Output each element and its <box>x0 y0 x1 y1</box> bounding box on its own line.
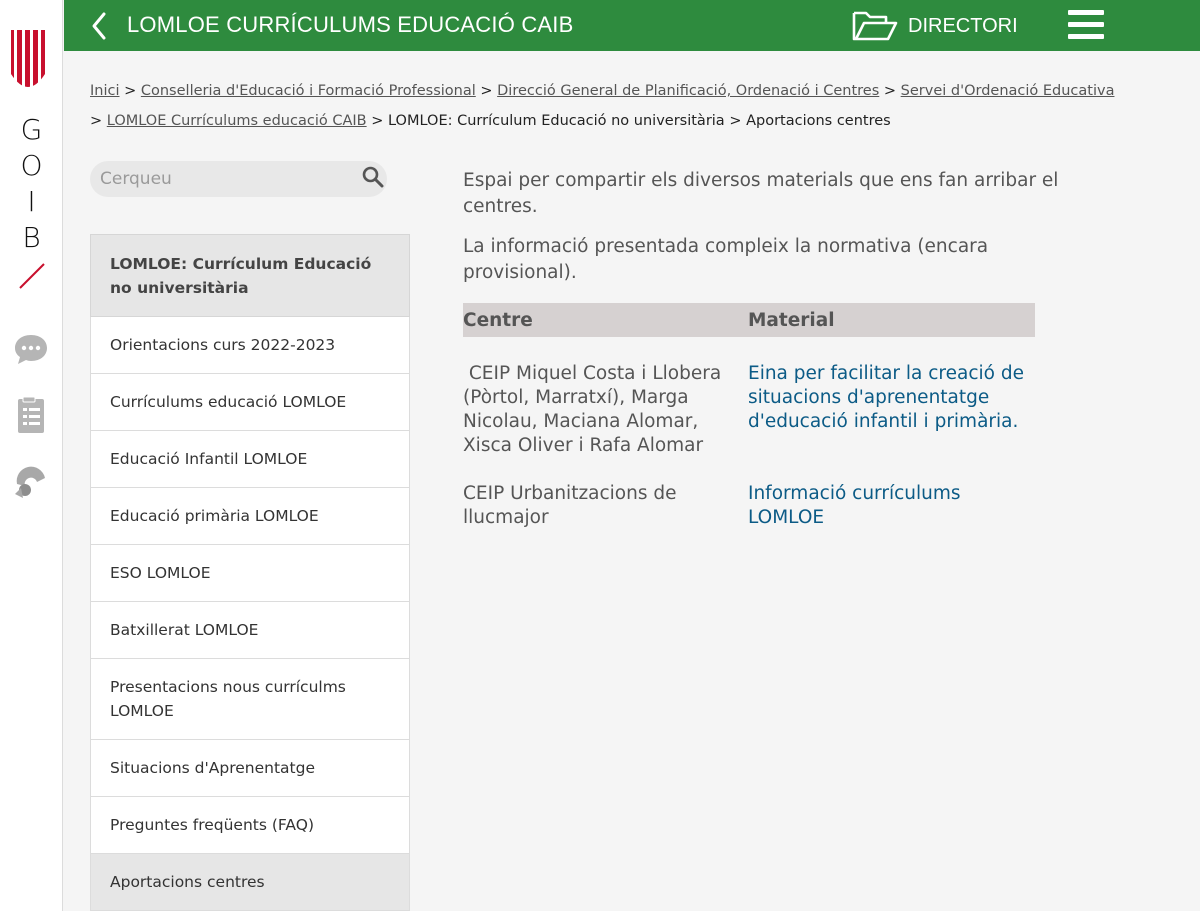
search-input[interactable] <box>100 165 350 193</box>
back-chevron-icon[interactable] <box>88 10 110 42</box>
goib-letter: I <box>27 185 36 218</box>
goib-letter: G <box>20 113 43 146</box>
breadcrumb-text: LOMLOE: Currículum Educació no universit… <box>387 113 725 129</box>
goib-slash-mark <box>19 263 45 289</box>
chat-icon[interactable] <box>13 331 49 367</box>
sidenav-item[interactable]: Currículums educació LOMLOE <box>90 374 410 431</box>
folder-open-icon <box>852 11 898 41</box>
goib-letter: B <box>22 221 41 254</box>
breadcrumb-separator: > <box>371 113 384 129</box>
breadcrumb-separator: > <box>729 113 742 129</box>
sidenav-heading[interactable]: LOMLOE: Currículum Educació no universit… <box>90 234 410 317</box>
intro-paragraph: Espai per compartir els diversos materia… <box>463 170 1059 217</box>
side-navigation: LOMLOE: Currículum Educació no universit… <box>90 234 410 911</box>
hamburger-menu-icon[interactable] <box>1068 10 1104 40</box>
sidenav-item[interactable]: Preguntes freqüents (FAQ) <box>90 797 410 854</box>
directori-button[interactable]: DIRECTORI <box>852 6 1018 46</box>
breadcrumb-separator: > <box>124 83 137 99</box>
sidenav-item[interactable]: ESO LOMLOE <box>90 545 410 602</box>
sidenav-item[interactable]: Educació Infantil LOMLOE <box>90 431 410 488</box>
main-content: Espai per compartir els diversos materia… <box>463 168 1103 300</box>
balearic-flag-logo[interactable] <box>11 30 45 92</box>
breadcrumb-current: Aportacions centres <box>746 113 891 129</box>
breadcrumb-link[interactable]: LOMLOE Currículums educació CAIB <box>107 113 367 129</box>
centre-cell: CEIP Urbanitzacions de llucmajor <box>463 483 677 528</box>
breadcrumb-link[interactable]: Servei d'Ordenació Educativa <box>901 83 1115 99</box>
table-header: Centre Material <box>463 303 1035 337</box>
material-link[interactable]: Informació currículums LOMLOE <box>748 483 961 528</box>
sidenav-item[interactable]: Educació primària LOMLOE <box>90 488 410 545</box>
contributions-table: Centre Material CEIP Miquel Costa i Llob… <box>463 303 1035 530</box>
breadcrumb-link[interactable]: Conselleria d'Educació i Formació Profes… <box>141 83 476 99</box>
goib-letter: O <box>20 149 43 182</box>
accessibility-icon[interactable] <box>13 464 49 500</box>
sidenav-item-active[interactable]: Aportacions centres <box>90 854 410 911</box>
breadcrumb-separator: > <box>90 113 103 129</box>
column-header-material: Material <box>748 309 835 331</box>
table-row: CEIP Miquel Costa i Llobera (Pòrtol, Mar… <box>463 362 1035 458</box>
search-box <box>90 161 387 197</box>
top-header: LOMLOE CURRÍCULUMS EDUCACIÓ CAIB DIRECTO… <box>64 0 1200 51</box>
sidenav-item[interactable]: Presentacions nous currículms LOMLOE <box>90 659 410 740</box>
centre-cell: CEIP Miquel Costa i Llobera (Pòrtol, Mar… <box>463 363 728 456</box>
breadcrumb: Inici > Conselleria d'Educació i Formaci… <box>90 76 1170 136</box>
info-paragraph: La informació presentada compleix la nor… <box>463 236 989 283</box>
table-row: CEIP Urbanitzacions de llucmajor Informa… <box>463 482 1035 530</box>
sidenav-item[interactable]: Batxillerat LOMLOE <box>90 602 410 659</box>
breadcrumb-link[interactable]: Direcció General de Planificació, Ordena… <box>497 83 879 99</box>
material-link[interactable]: Eina per facilitar la creació de situaci… <box>748 363 1024 432</box>
site-title[interactable]: LOMLOE CURRÍCULUMS EDUCACIÓ CAIB <box>127 12 573 38</box>
sidenav-item[interactable]: Situacions d'Aprenentatge <box>90 740 410 797</box>
sidenav-item[interactable]: Orientacions curs 2022-2023 <box>90 317 410 374</box>
breadcrumb-link[interactable]: Inici <box>90 83 120 99</box>
goib-rail: G O I B <box>0 0 63 911</box>
goib-wordmark: G O I B <box>0 112 63 256</box>
breadcrumb-separator: > <box>883 83 897 99</box>
directori-label: DIRECTORI <box>908 14 1018 37</box>
search-icon[interactable] <box>361 165 385 189</box>
clipboard-icon[interactable] <box>13 397 49 433</box>
column-header-centre: Centre <box>463 309 533 331</box>
breadcrumb-separator: > <box>480 83 493 99</box>
